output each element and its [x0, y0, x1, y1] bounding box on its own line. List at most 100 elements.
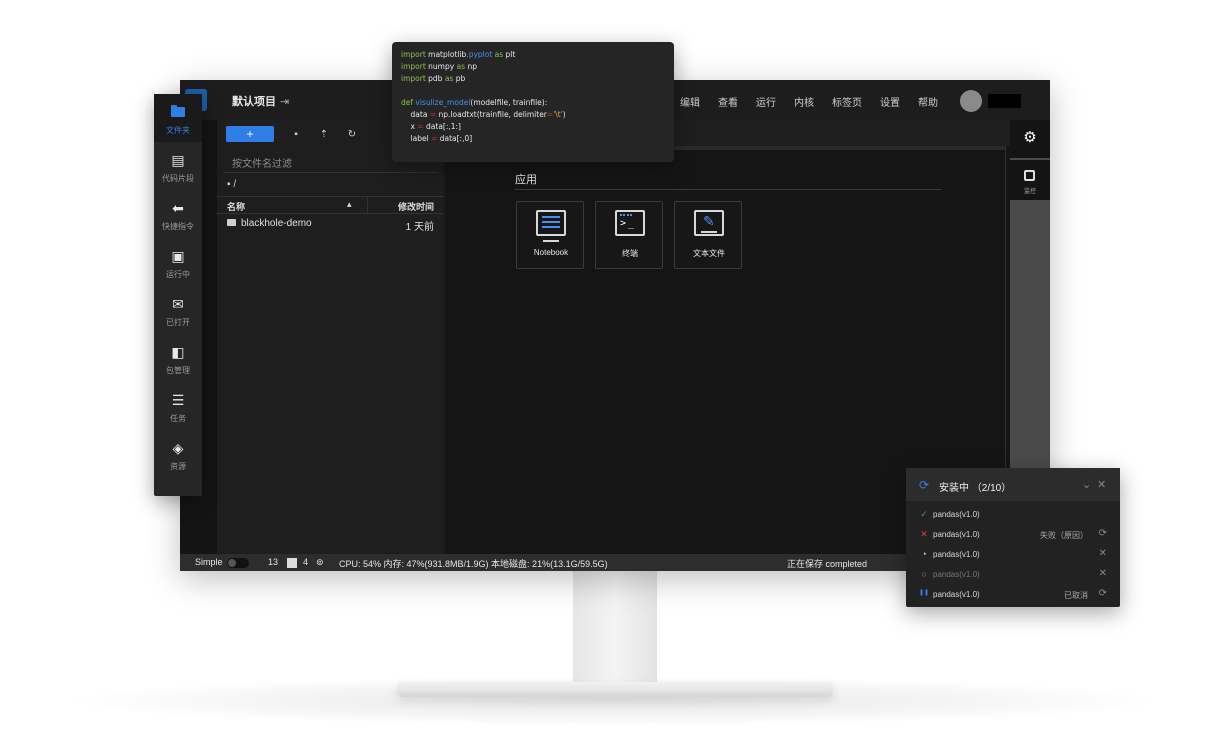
sync-icon: ⟳ [919, 478, 930, 492]
nav-item[interactable]: ☰ 任务 [154, 382, 202, 430]
username-box[interactable] [988, 94, 1021, 108]
file-toolbar: + ▪ ⇡ ↻ [226, 126, 366, 142]
project-name: 默认项目 [232, 96, 276, 108]
menu-item[interactable]: 编辑 [680, 94, 700, 109]
install-row: ✕ pandas(v1.0) 失败（原因） ⟳ [906, 525, 1120, 545]
package-name: pandas(v1.0) [933, 550, 980, 559]
package-name: pandas(v1.0) [933, 510, 980, 519]
terminal-card[interactable]: 终端 [595, 201, 663, 269]
text-file-card[interactable]: 文本文件 [674, 201, 742, 269]
nav-item[interactable]: ◈ 资源 [154, 430, 202, 478]
file-row[interactable]: blackhole-demo 1 天前 [217, 216, 443, 234]
pause-icon: ❚❚ [919, 590, 930, 596]
avatar[interactable] [960, 90, 982, 112]
close-icon[interactable]: ✕ [1097, 478, 1106, 491]
upload-icon[interactable]: ⇡ [310, 129, 338, 140]
reply-icon: ⬅ [172, 200, 184, 216]
cancel-icon[interactable]: ✕ [1099, 548, 1107, 559]
check-icon: ✓ [920, 509, 928, 519]
project-title[interactable]: 默认项目 ⇥ [232, 93, 289, 109]
column-modified[interactable]: 修改时间 [398, 200, 434, 213]
sort-asc-icon[interactable]: ▴ [347, 199, 352, 210]
mode-label: Simple [195, 557, 223, 567]
nav-item[interactable]: ✉ 已打开 [154, 286, 202, 334]
folder-icon [154, 104, 202, 120]
menu-item[interactable]: 标签页 [832, 94, 862, 109]
code-token: np.loadtxt(trainfile, delimiter [438, 110, 547, 119]
nav-item[interactable]: ▣ 运行中 [154, 238, 202, 286]
code-token: label [401, 134, 432, 143]
new-launcher-button[interactable]: + [226, 126, 274, 142]
settings-gear-icon[interactable]: ⚙ [1010, 120, 1050, 158]
column-name[interactable]: 名称 [227, 200, 245, 213]
file-modified: 1 天前 [405, 222, 434, 233]
filter-input[interactable]: 按文件名过滤 [232, 155, 292, 170]
code-token: np [467, 62, 477, 71]
code-line: import numpy as np [401, 61, 665, 73]
menu-item[interactable]: 运行 [756, 94, 776, 109]
terminal-count[interactable]: 13 [268, 557, 278, 567]
refresh-icon[interactable]: ↻ [338, 129, 366, 140]
menu-item[interactable]: 查看 [718, 94, 738, 109]
package-name: pandas(v1.0) [933, 590, 980, 599]
side-nav: 文件夹 ▤ 代码片段 ⬅ 快捷指令 ▣ 运行中 ✉ 已打开 ◧ 包管理 ☰ 任务 ◈ 资源 [154, 94, 202, 496]
minimize-icon[interactable]: ⌄ [1082, 478, 1091, 491]
install-popup: ⟳ 安装中 （2/10） ⌄ ✕ ✓ pandas(v1.0) ✕ pandas(v1… [906, 468, 1120, 607]
install-header: ⟳ 安装中 （2/10） ⌄ ✕ [906, 468, 1120, 501]
resource-usage: CPU: 54% 内存: 47%(931.8MB/1.9G) 本地磁盘: 21%… [339, 559, 608, 569]
retry-icon[interactable]: ⟳ [1099, 588, 1107, 599]
column-divider [367, 197, 368, 214]
status-message: 失败（原因） [1040, 531, 1088, 540]
envelope-open-icon: ✉ [172, 296, 184, 312]
status-message: 已取消 [1064, 591, 1088, 600]
notebook-icon [536, 210, 566, 242]
briefcase-icon: ▣ [171, 248, 185, 264]
code-token: .pyplot [466, 50, 495, 59]
simple-mode-toggle[interactable] [227, 558, 249, 568]
code-token: '\t' [553, 110, 563, 119]
app-label: Notebook [533, 248, 569, 257]
save-status: 正在保存 completed [787, 559, 868, 569]
nav-label: 文件夹 [166, 126, 190, 135]
code-token: numpy [428, 62, 457, 71]
nav-item[interactable]: ▤ 代码片段 [154, 142, 202, 190]
nav-item[interactable]: ◧ 包管理 [154, 334, 202, 382]
cancel-icon[interactable]: ✕ [1099, 568, 1107, 579]
code-line: label = data[:,0] [401, 133, 665, 145]
retry-icon[interactable]: ⟳ [1099, 528, 1107, 539]
code-token: = [429, 110, 439, 119]
apps-divider [515, 189, 941, 190]
menu-item[interactable]: 帮助 [918, 94, 938, 109]
code-token: matplotlib [428, 50, 467, 59]
code-token: import [401, 74, 429, 83]
monitor-tab[interactable]: 监控 [1010, 160, 1050, 200]
install-row: ✓ pandas(v1.0) [906, 505, 1120, 525]
menu-item[interactable]: 内核 [794, 94, 814, 109]
folder-icon [227, 219, 236, 226]
terminal-icon [615, 210, 645, 236]
nav-label: 已打开 [166, 318, 190, 327]
notebook-card[interactable]: Notebook [516, 201, 584, 269]
menu-item[interactable]: 设置 [880, 94, 900, 109]
code-token: = [417, 122, 427, 131]
nav-label: 资源 [170, 462, 186, 471]
folder-icon: ▪ [227, 179, 231, 190]
nav-label: 运行中 [166, 270, 190, 279]
breadcrumb[interactable]: ▪ / [227, 179, 236, 190]
monitor-stand-base [397, 682, 833, 697]
app-label: 终端 [622, 249, 638, 258]
nav-label: 任务 [170, 414, 186, 423]
nav-item[interactable]: 文件夹 [154, 94, 202, 142]
nav-label: 包管理 [166, 366, 190, 375]
kernel-count[interactable]: 4 [303, 557, 308, 567]
code-line: data = np.loadtxt(trainfile, delimiter='… [401, 109, 665, 121]
file-browser: + ▪ ⇡ ↻ 按文件名过滤 ▪ / 名称 ▴ 修改时间 blackhole-d… [217, 120, 443, 554]
exit-icon[interactable]: ⇥ [280, 96, 289, 108]
nav-item[interactable]: ⬅ 快捷指令 [154, 190, 202, 238]
code-token: plt [505, 50, 516, 59]
code-token: x [401, 122, 418, 131]
code-token: pdb [428, 74, 445, 83]
new-folder-icon[interactable]: ▪ [282, 129, 310, 140]
apps-section-title: 应用 [515, 174, 537, 186]
package-icon: ◧ [171, 344, 185, 360]
